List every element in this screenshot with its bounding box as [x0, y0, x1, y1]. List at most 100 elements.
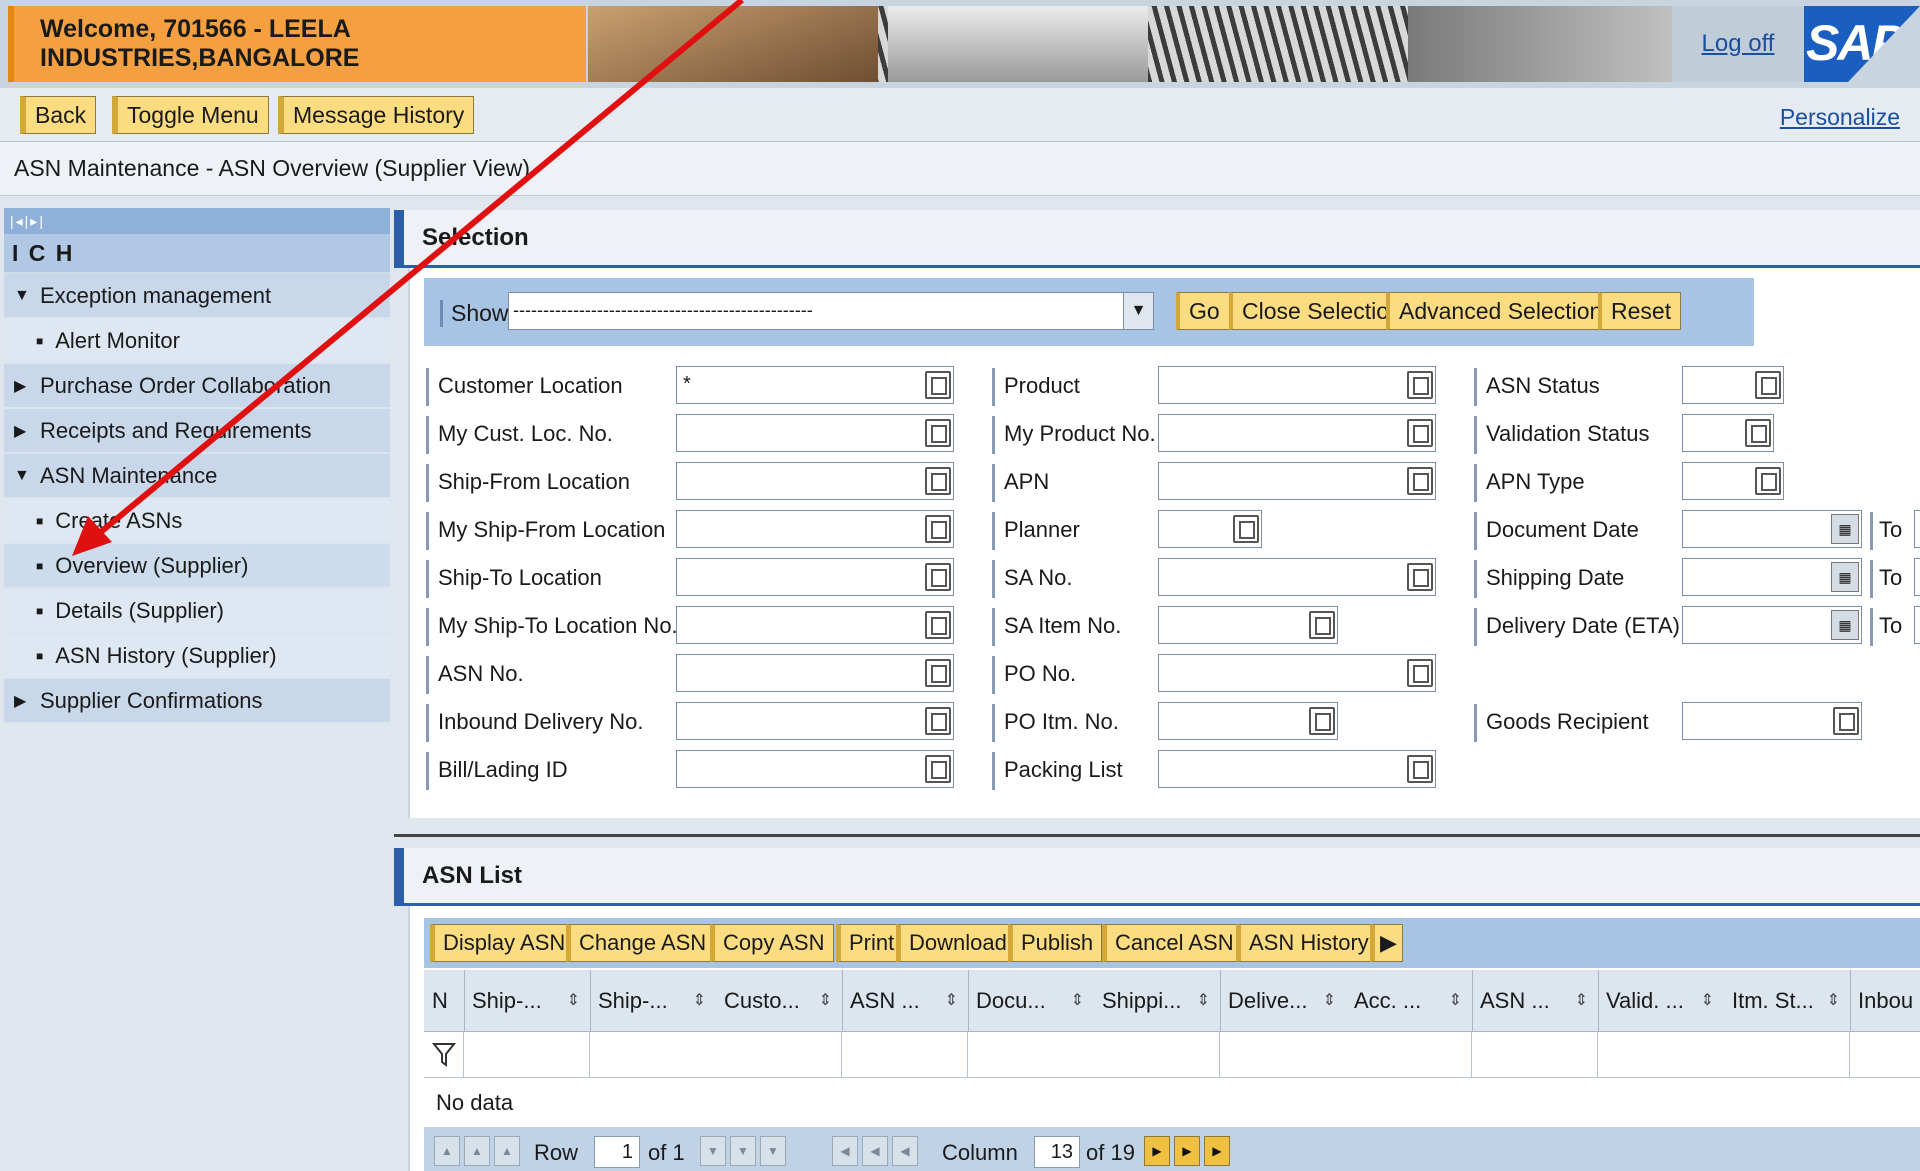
publish-button[interactable]: Publish [1008, 924, 1103, 962]
copy-asn-button[interactable]: Copy ASN [710, 924, 834, 962]
delivery-date-input[interactable]: ▦ [1682, 606, 1862, 644]
value-help-icon[interactable] [1309, 611, 1335, 639]
back-button[interactable]: Back [20, 96, 97, 134]
change-asn-button[interactable]: Change ASN [566, 924, 716, 962]
download-button[interactable]: Download [896, 924, 1016, 962]
column-header[interactable]: Acc. ... ⇕ [1346, 970, 1472, 1032]
expanded-triangle-icon[interactable]: ▼ [14, 467, 32, 485]
ship-to-location-input[interactable] [676, 558, 954, 596]
validation-status-input[interactable] [1682, 414, 1774, 452]
sort-icon[interactable]: ⇕ [693, 970, 706, 1032]
previous-row-icon[interactable]: ▲ [494, 1136, 520, 1166]
first-page-icon[interactable]: ▲ [434, 1136, 460, 1166]
next-column-icon[interactable]: ▶ [1144, 1136, 1170, 1166]
nav-item-details-supplier[interactable]: ■ Details (Supplier) [4, 589, 390, 634]
sort-icon[interactable]: ⇕ [1323, 970, 1336, 1032]
column-header[interactable]: Docu... ⇕ [968, 970, 1094, 1032]
show-dropdown[interactable]: ----------------------------------------… [508, 292, 1154, 330]
last-column-icon[interactable]: ▶ [1204, 1136, 1230, 1166]
document-date-input[interactable]: ▦ [1682, 510, 1862, 548]
apn-input[interactable] [1158, 462, 1436, 500]
asn-no-input[interactable] [676, 654, 954, 692]
my-ship-to-location-input[interactable] [676, 606, 954, 644]
row-input[interactable]: 1 [594, 1136, 640, 1168]
my-cust-loc-input[interactable] [676, 414, 954, 452]
nav-pager-glyphs[interactable]: |◂|▸| [10, 213, 45, 230]
next-column-page-icon[interactable]: ▶ [1174, 1136, 1200, 1166]
value-help-icon[interactable] [925, 755, 951, 783]
shipping-date-input[interactable]: ▦ [1682, 558, 1862, 596]
dropdown-arrow-icon[interactable]: ▼ [1123, 293, 1153, 329]
display-asn-button[interactable]: Display ASN [430, 924, 575, 962]
value-help-icon[interactable] [1407, 755, 1433, 783]
nav-item-overview-supplier[interactable]: ■ Overview (Supplier) [4, 544, 390, 589]
collapsed-triangle-icon[interactable]: ▶ [14, 376, 32, 396]
value-help-icon[interactable] [925, 515, 951, 543]
packing-list-input[interactable] [1158, 750, 1436, 788]
inbound-delivery-input[interactable] [676, 702, 954, 740]
column-header[interactable]: Ship-... ⇕ [464, 970, 590, 1032]
sort-icon[interactable]: ⇕ [567, 970, 580, 1032]
nav-pager-bar[interactable]: |◂|▸| [4, 208, 390, 234]
nav-group-receipts[interactable]: ▶ Receipts and Requirements [4, 409, 390, 454]
more-buttons-arrow-icon[interactable]: ▶ [1370, 924, 1403, 962]
column-header[interactable]: N [424, 970, 464, 1032]
goods-recipient-input[interactable] [1682, 702, 1862, 740]
next-row-icon[interactable]: ▼ [700, 1136, 726, 1166]
filter-icon[interactable] [431, 1041, 456, 1069]
toggle-menu-button[interactable]: Toggle Menu [112, 96, 269, 134]
value-help-icon[interactable] [925, 467, 951, 495]
filter-cell[interactable] [590, 1032, 842, 1078]
reset-button[interactable]: Reset [1598, 292, 1682, 330]
my-product-no-input[interactable] [1158, 414, 1436, 452]
po-no-input[interactable] [1158, 654, 1436, 692]
value-help-icon[interactable] [925, 563, 951, 591]
document-date-to-input[interactable] [1914, 510, 1920, 548]
sort-icon[interactable]: ⇕ [945, 970, 958, 1032]
apn-type-input[interactable] [1682, 462, 1784, 500]
column-header[interactable]: ASN ... ⇕ [842, 970, 968, 1032]
sort-icon[interactable]: ⇕ [1449, 970, 1462, 1032]
asn-history-button[interactable]: ASN History [1236, 924, 1378, 962]
go-button[interactable]: Go [1176, 292, 1230, 330]
value-help-icon[interactable] [1407, 371, 1433, 399]
value-help-icon[interactable] [1407, 659, 1433, 687]
filter-cell[interactable] [968, 1032, 1220, 1078]
asn-status-input[interactable] [1682, 366, 1784, 404]
value-help-icon[interactable] [1755, 371, 1781, 399]
value-help-icon[interactable] [1833, 707, 1859, 735]
personalize-link[interactable]: Personalize [1780, 104, 1900, 131]
filter-cell[interactable] [842, 1032, 968, 1078]
nav-group-asn-maintenance[interactable]: ▼ ASN Maintenance [4, 454, 390, 499]
nav-group-purchase-order[interactable]: ▶ Purchase Order Collaboration [4, 364, 390, 409]
nav-group-exception-management[interactable]: ▼ Exception management [4, 274, 390, 319]
message-history-button[interactable]: Message History [278, 96, 475, 134]
value-help-icon[interactable] [925, 659, 951, 687]
column-header[interactable]: Itm. St... ⇕ [1724, 970, 1850, 1032]
sort-icon[interactable]: ⇕ [1197, 970, 1210, 1032]
product-input[interactable] [1158, 366, 1436, 404]
column-header[interactable]: Ship-... ⇕ [590, 970, 716, 1032]
value-help-icon[interactable] [1745, 419, 1771, 447]
column-header[interactable]: Valid. ... ⇕ [1598, 970, 1724, 1032]
sa-item-no-input[interactable] [1158, 606, 1338, 644]
planner-input[interactable] [1158, 510, 1262, 548]
column-header[interactable]: Shippi... ⇕ [1094, 970, 1220, 1032]
po-itm-no-input[interactable] [1158, 702, 1338, 740]
value-help-icon[interactable] [925, 707, 951, 735]
ship-from-location-input[interactable] [676, 462, 954, 500]
first-column-icon[interactable]: ◀ [832, 1136, 858, 1166]
shipping-date-to-input[interactable] [1914, 558, 1920, 596]
filter-cell[interactable] [1220, 1032, 1472, 1078]
value-help-icon[interactable] [925, 371, 951, 399]
column-input[interactable]: 13 [1034, 1136, 1080, 1168]
calendar-icon[interactable]: ▦ [1831, 610, 1859, 640]
value-help-icon[interactable] [925, 419, 951, 447]
previous-column-icon[interactable]: ◀ [892, 1136, 918, 1166]
sort-icon[interactable]: ⇕ [1827, 970, 1840, 1032]
next-page-icon[interactable]: ▼ [730, 1136, 756, 1166]
previous-column-page-icon[interactable]: ◀ [862, 1136, 888, 1166]
value-help-icon[interactable] [1755, 467, 1781, 495]
sort-icon[interactable]: ⇕ [1071, 970, 1084, 1032]
sa-no-input[interactable] [1158, 558, 1436, 596]
